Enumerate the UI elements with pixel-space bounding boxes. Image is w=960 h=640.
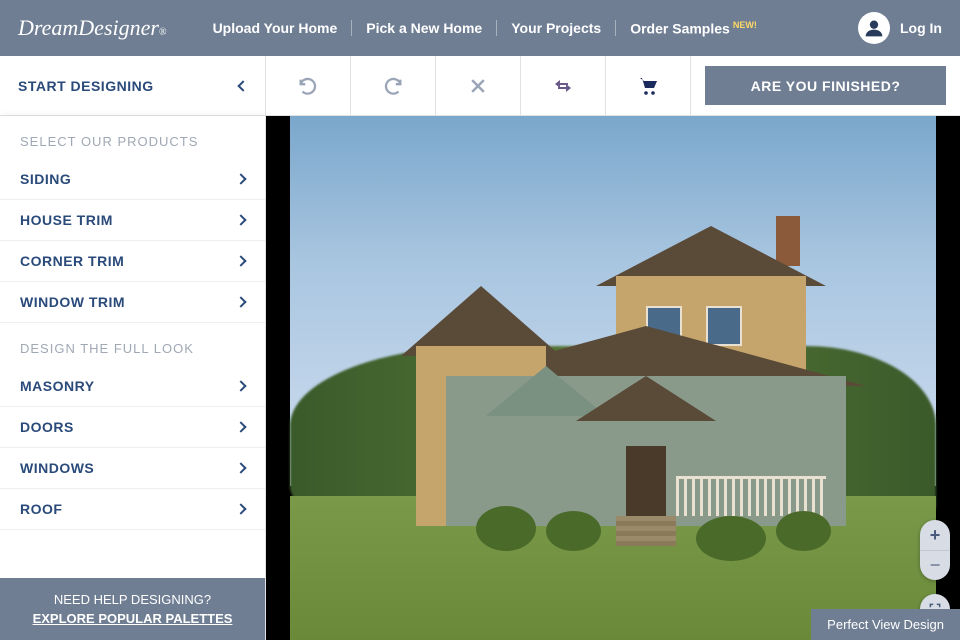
nav-pick-home[interactable]: Pick a New Home <box>352 20 496 36</box>
help-box: NEED HELP DESIGNING? EXPLORE POPULAR PAL… <box>0 578 265 640</box>
nav-upload-home[interactable]: Upload Your Home <box>199 20 352 36</box>
house-steps <box>616 516 676 546</box>
logo-part2: Designer <box>78 15 159 41</box>
chevron-left-icon <box>237 80 248 91</box>
sidebar-item-label: ROOF <box>20 501 62 517</box>
perfect-view-design-button[interactable]: Perfect View Design <box>811 609 960 640</box>
zoom-in-button[interactable]: + <box>920 520 950 550</box>
sidebar-item-siding[interactable]: SIDING <box>0 159 265 200</box>
toolbar: START DESIGNING ARE YOU FINISHED? <box>0 56 960 116</box>
house-porch-roof <box>576 376 716 421</box>
chevron-right-icon <box>235 296 246 307</box>
logo-part1: Dream <box>18 15 78 41</box>
nav-your-projects[interactable]: Your Projects <box>497 20 615 36</box>
zoom-control: + − <box>920 520 950 580</box>
nav-order-samples-label: Order Samples <box>630 20 730 36</box>
new-badge: NEW! <box>733 20 757 30</box>
app-logo[interactable]: DreamDesigner® <box>18 15 167 41</box>
sidebar-item-doors[interactable]: DOORS <box>0 407 265 448</box>
start-designing-label: START DESIGNING <box>18 78 154 94</box>
close-button[interactable] <box>436 56 521 115</box>
sidebar-item-label: DOORS <box>20 419 74 435</box>
chevron-right-icon <box>235 503 246 514</box>
canvas-bush <box>696 516 766 561</box>
sidebar: SELECT OUR PRODUCTS SIDING HOUSE TRIM CO… <box>0 116 266 640</box>
design-canvas[interactable]: + − Perfect View Design <box>266 116 960 640</box>
chevron-right-icon <box>235 173 246 184</box>
sidebar-item-label: SIDING <box>20 171 71 187</box>
sidebar-spacer <box>0 530 265 578</box>
sidebar-item-label: CORNER TRIM <box>20 253 124 269</box>
chevron-right-icon <box>235 380 246 391</box>
sidebar-item-label: HOUSE TRIM <box>20 212 113 228</box>
sidebar-item-corner-trim[interactable]: CORNER TRIM <box>0 241 265 282</box>
canvas-bush <box>476 506 536 551</box>
chevron-right-icon <box>235 255 246 266</box>
header-bar: DreamDesigner® Upload Your Home Pick a N… <box>0 0 960 56</box>
help-question: NEED HELP DESIGNING? <box>20 592 245 607</box>
explore-palettes-link[interactable]: EXPLORE POPULAR PALETTES <box>20 611 245 626</box>
content-area: SELECT OUR PRODUCTS SIDING HOUSE TRIM CO… <box>0 116 960 640</box>
section-header-products: SELECT OUR PRODUCTS <box>0 116 265 159</box>
sidebar-item-roof[interactable]: ROOF <box>0 489 265 530</box>
sidebar-item-label: WINDOWS <box>20 460 94 476</box>
are-you-finished-button[interactable]: ARE YOU FINISHED? <box>705 66 946 105</box>
sidebar-item-masonry[interactable]: MASONRY <box>0 366 265 407</box>
house-door <box>626 446 666 516</box>
logo-registered: ® <box>159 27 167 38</box>
sidebar-item-window-trim[interactable]: WINDOW TRIM <box>0 282 265 323</box>
canvas-bush <box>546 511 601 551</box>
redo-button[interactable] <box>351 56 436 115</box>
house-railing <box>676 476 826 516</box>
start-designing-header[interactable]: START DESIGNING <box>0 56 266 115</box>
top-nav: Upload Your Home Pick a New Home Your Pr… <box>199 20 858 37</box>
sidebar-item-windows[interactable]: WINDOWS <box>0 448 265 489</box>
zoom-out-button[interactable]: − <box>920 550 950 580</box>
chevron-right-icon <box>235 421 246 432</box>
chevron-right-icon <box>235 214 246 225</box>
avatar-icon[interactable] <box>858 12 890 44</box>
sidebar-item-house-trim[interactable]: HOUSE TRIM <box>0 200 265 241</box>
section-header-full-look: DESIGN THE FULL LOOK <box>0 323 265 366</box>
sidebar-item-label: MASONRY <box>20 378 95 394</box>
sidebar-item-label: WINDOW TRIM <box>20 294 125 310</box>
chevron-right-icon <box>235 462 246 473</box>
swap-button[interactable] <box>521 56 606 115</box>
cart-button[interactable] <box>606 56 691 115</box>
login-button[interactable]: Log In <box>900 20 942 36</box>
nav-order-samples[interactable]: Order SamplesNEW! <box>616 20 771 37</box>
canvas-bush <box>776 511 831 551</box>
undo-button[interactable] <box>266 56 351 115</box>
canvas-house <box>416 226 836 536</box>
